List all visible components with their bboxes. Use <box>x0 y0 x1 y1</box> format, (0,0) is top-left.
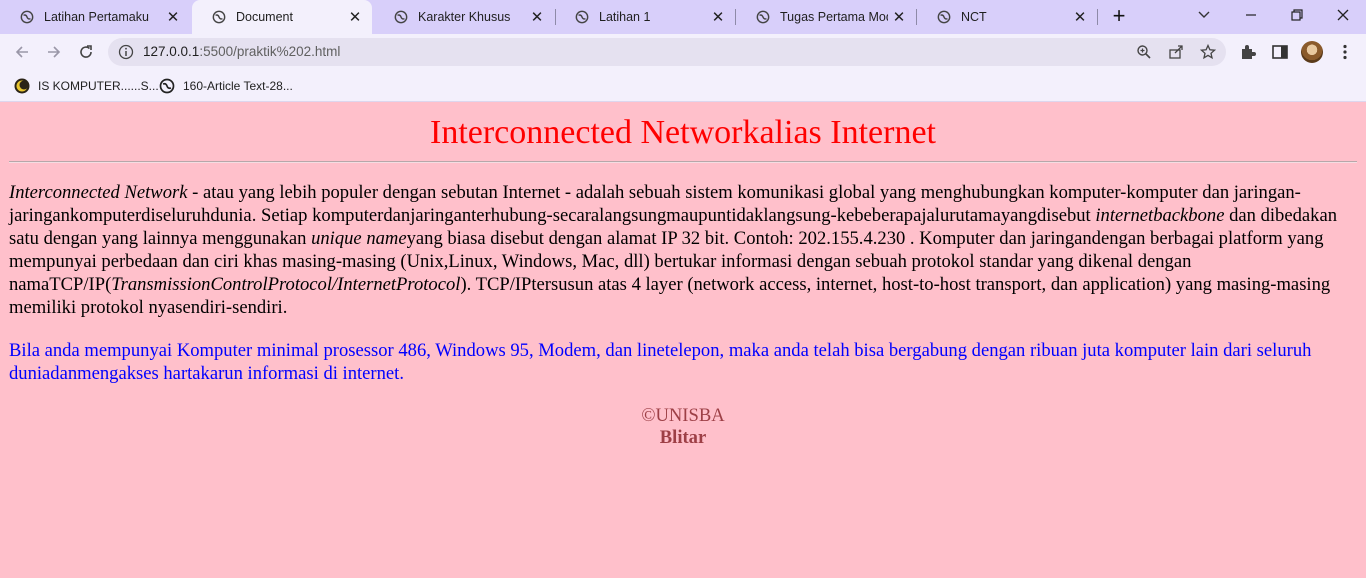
close-tab-icon[interactable]: ✕ <box>344 8 366 26</box>
restore-button[interactable] <box>1274 0 1320 30</box>
minimize-icon <box>1246 14 1256 16</box>
close-window-button[interactable] <box>1320 0 1366 30</box>
url-text[interactable]: 127.0.0.1:5500/praktik%202.html <box>143 44 340 59</box>
minimize-button[interactable] <box>1228 0 1274 30</box>
tab-title: Karakter Khusus <box>418 10 511 24</box>
close-tab-icon[interactable]: ✕ <box>888 8 910 26</box>
restore-icon <box>1291 9 1303 21</box>
share-icon[interactable] <box>1168 44 1184 60</box>
back-button[interactable] <box>8 38 36 66</box>
side-panel-icon[interactable] <box>1271 43 1289 61</box>
tab-nct[interactable]: NCT ✕ <box>917 0 1097 34</box>
address-bar[interactable]: 127.0.0.1:5500/praktik%202.html <box>108 38 1226 66</box>
globe-icon <box>575 10 589 24</box>
profile-avatar[interactable] <box>1301 41 1323 63</box>
page-content: Interconnected Networkalias Internet Int… <box>0 103 1366 578</box>
bookmark-label: IS KOMPUTER......S... <box>38 79 159 93</box>
paragraph-internet-definition: Interconnected Network - atau yang lebih… <box>9 181 1357 319</box>
tab-title: Tugas Pertama Modul <box>780 10 888 24</box>
tab-strip: Latihan Pertamaku ✕ Document ✕ Karakter … <box>0 0 1366 34</box>
bookmark-item[interactable]: IS KOMPUTER......S... <box>14 76 159 96</box>
paragraph-requirements: Bila anda mempunyai Komputer minimal pro… <box>9 340 1312 384</box>
close-tab-icon[interactable]: ✕ <box>526 8 548 26</box>
star-icon[interactable] <box>1200 44 1216 60</box>
extensions-icon[interactable] <box>1239 43 1257 61</box>
new-tab-button[interactable]: + <box>1106 4 1132 30</box>
emphasis-text: internetbackbone <box>1095 205 1225 226</box>
tab-latihan-pertamaku[interactable]: Latihan Pertamaku ✕ <box>0 0 190 34</box>
tab-tugas-pertama-modul[interactable]: Tugas Pertama Modul ✕ <box>736 0 916 34</box>
globe-icon <box>159 78 175 94</box>
toolbar: 127.0.0.1:5500/praktik%202.html <box>0 34 1366 70</box>
page-title: Interconnected Networkalias Internet <box>430 114 936 151</box>
footer-copyright: ©UNISBA <box>641 405 725 426</box>
tab-title: Document <box>236 10 293 24</box>
forward-button[interactable] <box>40 38 68 66</box>
footer-city: Blitar <box>659 427 707 448</box>
globe-icon <box>394 10 408 24</box>
tab-document[interactable]: Document ✕ <box>192 0 372 34</box>
arrow-right-icon <box>48 46 61 58</box>
url-path: :5500/praktik%202.html <box>199 44 341 59</box>
bookmark-label: 160-Article Text-28... <box>183 79 293 93</box>
bookmark-item[interactable]: 160-Article Text-28... <box>159 76 293 96</box>
tab-latihan-1[interactable]: Latihan 1 ✕ <box>555 0 735 34</box>
close-icon <box>1337 9 1349 21</box>
close-tab-icon[interactable]: ✕ <box>707 8 729 26</box>
globe-icon <box>756 10 770 24</box>
info-icon[interactable] <box>118 44 134 60</box>
globe-icon <box>212 10 226 24</box>
tab-title: NCT <box>961 10 987 24</box>
reload-icon <box>80 45 92 58</box>
close-tab-icon[interactable]: ✕ <box>162 8 184 26</box>
tab-karakter-khusus[interactable]: Karakter Khusus ✕ <box>374 0 554 34</box>
bookmarks-bar: IS KOMPUTER......S... 160-Article Text-2… <box>0 70 1366 102</box>
horizontal-rule <box>9 161 1357 163</box>
emphasis-text: TransmissionControlProtocol/InternetProt… <box>111 274 461 295</box>
close-tab-icon[interactable]: ✕ <box>1069 8 1091 26</box>
footer: ©UNISBA Blitar <box>9 405 1357 449</box>
zoom-icon[interactable] <box>1136 44 1152 60</box>
tab-separator <box>1097 9 1098 25</box>
emphasis-text: unique name <box>311 228 407 249</box>
arrow-left-icon <box>15 46 28 58</box>
globe-icon <box>20 10 34 24</box>
menu-dots-icon[interactable] <box>1336 43 1354 61</box>
emphasis-text: Interconnected Network <box>9 182 188 203</box>
tab-title: Latihan Pertamaku <box>44 10 149 24</box>
chevron-down-icon <box>1198 11 1210 18</box>
tab-title: Latihan 1 <box>599 10 651 24</box>
reload-button[interactable] <box>72 38 100 66</box>
tab-search-button[interactable] <box>1181 0 1227 30</box>
url-host: 127.0.0.1 <box>143 44 200 59</box>
globe-icon <box>937 10 951 24</box>
moon-star-icon <box>14 78 30 94</box>
